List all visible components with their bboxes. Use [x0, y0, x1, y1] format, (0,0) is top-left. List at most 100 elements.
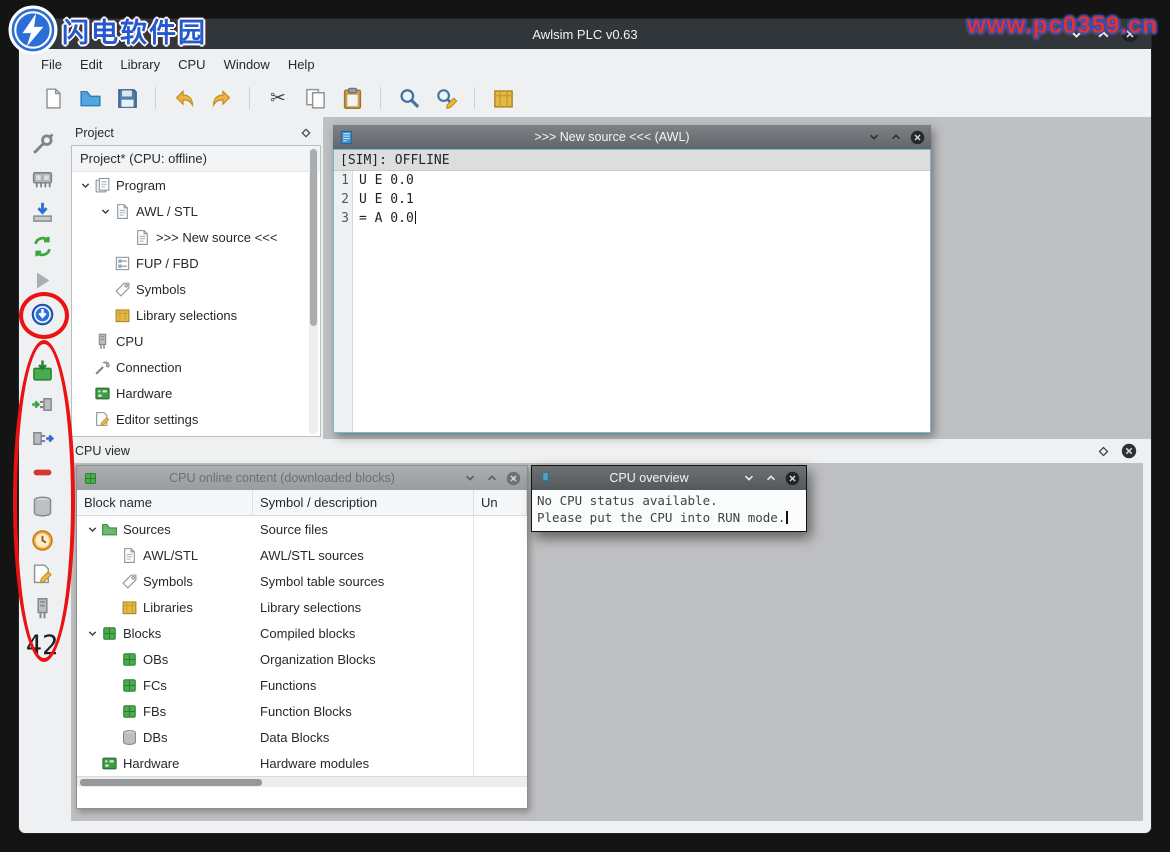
save-button[interactable] [114, 85, 140, 111]
block-name-cell: Symbols [77, 568, 253, 594]
copy-button[interactable] [302, 85, 328, 111]
code-line[interactable]: U E 0.0 [359, 173, 930, 192]
editor-titlebar[interactable]: >>> New source <<< (AWL) [333, 125, 931, 149]
chevron-spacer [98, 256, 112, 270]
table-row-obs[interactable]: OBsOrganization Blocks [77, 646, 527, 672]
restore-icon[interactable] [763, 471, 778, 486]
project-tree-scrollbar[interactable] [309, 148, 318, 434]
close-icon[interactable] [506, 471, 521, 486]
find-replace-button[interactable] [433, 85, 459, 111]
tools-button[interactable] [30, 132, 54, 156]
library-icon [492, 87, 515, 110]
code-editor[interactable]: 123 U E 0.0U E 0.1= A 0.0 [334, 171, 930, 432]
block-extra-cell [474, 620, 527, 646]
chevron-down-icon[interactable] [78, 178, 92, 192]
chevron-spacer [98, 282, 112, 296]
memory-button[interactable] [30, 166, 54, 190]
undo-button[interactable] [171, 85, 197, 111]
shade-icon[interactable] [462, 471, 477, 486]
menu-item-cpu[interactable]: CPU [169, 53, 214, 76]
edit-doc-icon [94, 411, 111, 428]
column-header-un[interactable]: Un [474, 490, 527, 515]
tree-item-program[interactable]: Program [72, 172, 320, 198]
tree-item-connection[interactable]: Connection [72, 354, 320, 380]
open-folder-button[interactable] [77, 85, 103, 111]
table-row-fbs[interactable]: FBsFunction Blocks [77, 698, 527, 724]
paste-icon [341, 87, 364, 110]
find-button[interactable] [396, 85, 422, 111]
tree-item-new-source[interactable]: >>> New source <<< [72, 224, 320, 250]
table-row-fcs[interactable]: FCsFunctions [77, 672, 527, 698]
tag-icon [121, 573, 138, 590]
scrollbar-thumb[interactable] [310, 149, 317, 326]
cut-icon: ✂ [270, 89, 286, 108]
online-content-titlebar[interactable]: CPU online content (downloaded blocks) [77, 466, 527, 490]
menu-item-edit[interactable]: Edit [71, 53, 111, 76]
chevron-spacer [98, 308, 112, 322]
float-panel-icon[interactable] [299, 126, 313, 140]
horizontal-scrollbar[interactable] [77, 776, 527, 787]
tree-item-cpu[interactable]: CPU [72, 328, 320, 354]
restore-icon[interactable] [484, 471, 499, 486]
cpu-overview-titlebar[interactable]: CPU overview [532, 466, 806, 490]
library-button[interactable] [490, 85, 516, 111]
tag-icon [114, 281, 131, 298]
doc-icon [114, 203, 131, 220]
float-dock-icon[interactable] [1095, 443, 1111, 459]
board-icon [94, 385, 111, 402]
tree-item-symbols[interactable]: Symbols [72, 276, 320, 302]
table-row-blocks[interactable]: BlocksCompiled blocks [77, 620, 527, 646]
table-row-awl-stl[interactable]: AWL/STLAWL/STL sources [77, 542, 527, 568]
watermark-site-name: 闪电软件园 [62, 11, 207, 50]
close-icon[interactable] [910, 130, 925, 145]
column-header-block-name[interactable]: Block name [77, 490, 253, 515]
tree-item-editor-settings[interactable]: Editor settings [72, 406, 320, 432]
chevron-down-icon[interactable] [85, 626, 99, 640]
download-cpu-icon [31, 201, 54, 224]
tree-item-library-selections[interactable]: Library selections [72, 302, 320, 328]
shade-icon[interactable] [741, 471, 756, 486]
scrollbar-thumb[interactable] [80, 779, 262, 786]
table-row-sources[interactable]: SourcesSource files [77, 516, 527, 542]
code-line[interactable]: = A 0.0 [359, 211, 930, 230]
new-doc-button[interactable] [40, 85, 66, 111]
paste-button[interactable] [339, 85, 365, 111]
table-row-hardware[interactable]: HardwareHardware modules [77, 750, 527, 776]
chevron-down-icon[interactable] [85, 522, 99, 536]
watermark-site: 闪电软件园 [8, 5, 207, 55]
menu-item-help[interactable]: Help [279, 53, 324, 76]
code-area[interactable]: U E 0.0U E 0.1= A 0.0 [353, 171, 930, 432]
chevron-down-icon[interactable] [98, 204, 112, 218]
awl-source-icon [339, 130, 354, 145]
close-icon[interactable] [785, 471, 800, 486]
table-filler [77, 787, 527, 808]
menu-item-library[interactable]: Library [111, 53, 169, 76]
tree-item-label: Connection [116, 360, 182, 375]
menu-item-window[interactable]: Window [215, 53, 279, 76]
restore-icon[interactable] [888, 130, 903, 145]
sync-button[interactable] [30, 234, 54, 258]
table-row-symbols[interactable]: SymbolsSymbol table sources [77, 568, 527, 594]
app-body: 42 Project Project* (CPU: offline) Progr… [19, 117, 1151, 833]
code-line[interactable]: U E 0.1 [359, 192, 930, 211]
project-tree: ProgramAWL / STL>>> New source <<<FUP / … [72, 172, 320, 432]
cube-green-icon [121, 677, 138, 694]
table-row-libraries[interactable]: LibrariesLibrary selections [77, 594, 527, 620]
find-icon [398, 87, 421, 110]
tree-item-awl-stl[interactable]: AWL / STL [72, 198, 320, 224]
close-icon[interactable] [1121, 443, 1137, 459]
tree-item-fup-fbd[interactable]: FUP / FBD [72, 250, 320, 276]
blocks-table-header: Block nameSymbol / descriptionUn [77, 490, 527, 516]
table-row-dbs[interactable]: DBsData Blocks [77, 724, 527, 750]
copy-icon [304, 87, 327, 110]
shade-icon[interactable] [866, 130, 881, 145]
download-cpu-button[interactable] [30, 200, 54, 224]
redo-button[interactable] [208, 85, 234, 111]
cut-button[interactable]: ✂ [265, 85, 291, 111]
tree-item-hardware[interactable]: Hardware [72, 380, 320, 406]
run-button[interactable] [30, 268, 54, 292]
column-header-symbol-description[interactable]: Symbol / description [253, 490, 474, 515]
project-root-item[interactable]: Project* (CPU: offline) [72, 146, 320, 172]
menu-item-file[interactable]: File [32, 53, 71, 76]
text-cursor [786, 511, 788, 524]
